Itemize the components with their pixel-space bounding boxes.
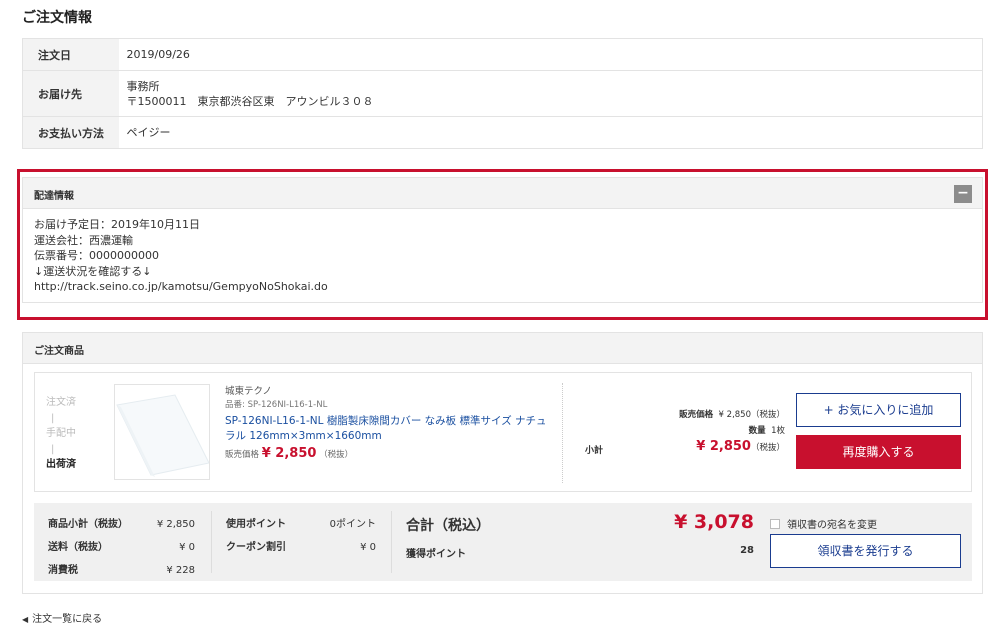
order-status-steps: 注文済 | 手配中 | 出荷済 [46, 395, 86, 473]
product-price-tax-note: （税抜） [319, 450, 354, 460]
total-value: ¥ 3,078 [674, 511, 754, 533]
points-used-row: 使用ポイント 0ポイント [226, 513, 376, 536]
summary-shipping-row: 送料（税抜） ¥ 0 [48, 536, 195, 559]
item-subtotal-label: 小計 [585, 446, 604, 456]
tracking-number-line: 伝票番号：0000000000 [34, 249, 159, 263]
item-price-column: 販売価格 ¥ 2,850（税抜） 数量 1枚 ¥ 2,850（税抜） [615, 407, 785, 456]
coupon-row: クーポン割引 ¥ 0 [226, 536, 376, 559]
order-summary: 商品小計（税抜） ¥ 2,850 送料（税抜） ¥ 0 消費税 ¥ 228 使用ポイン… [34, 503, 972, 581]
back-link-label: 注文一覧に戻る [32, 614, 103, 625]
summary-shipping-label: 送料（税抜） [48, 542, 108, 553]
destination-value: 事務所 〒1500011 東京都渋谷区東 アウンビル３０８ [118, 70, 983, 117]
product-maker: 城東テクノ [225, 386, 272, 397]
product-card: 注文済 | 手配中 | 出荷済 城東テクノ 品番: SP-126NI-L16-1… [34, 372, 972, 492]
item-subtotal-row: ¥ 2,850（税抜） [615, 439, 785, 456]
order-date-row: 注文日 2019/09/26 [22, 38, 983, 71]
receipt-name-change-label: 領収書の宛名を変更 [787, 520, 877, 531]
item-subtotal-tax-note: （税抜） [750, 443, 785, 453]
order-date-label: 注文日 [22, 38, 119, 71]
add-favorite-button[interactable]: + お気に入りに追加 [796, 393, 961, 427]
product-name-link[interactable]: SP-126NI-L16-1-NL 樹脂製床隙間カバー なみ板 標準サイズ ナチ… [225, 414, 555, 444]
delivery-date-line: お届け予定日：2019年10月11日 [34, 218, 200, 231]
collapse-minus-icon[interactable]: − [954, 185, 972, 203]
product-info: 城東テクノ 品番: SP-126NI-L16-1-NL SP-126NI-L16… [225, 383, 555, 461]
chevron-left-icon: ◀ [22, 615, 29, 624]
product-code: 品番: SP-126NI-L16-1-NL [225, 400, 328, 410]
destination-name: 事務所 [126, 79, 160, 93]
quantity-label: 数量 [748, 426, 766, 436]
order-info-table: 注文日 2019/09/26 お届け先 事務所 〒1500011 東京都渋谷区東… [22, 38, 983, 149]
summary-tax-label: 消費税 [48, 565, 78, 576]
order-date-value: 2019/09/26 [118, 38, 983, 71]
product-price: ¥ 2,850 [261, 446, 317, 461]
payment-value: ペイジー [126, 126, 171, 139]
summary-divider [391, 511, 392, 573]
destination-address: 〒1500011 東京都渋谷区東 アウンビル３０８ [126, 94, 374, 108]
product-image [116, 394, 209, 477]
delivery-title: 配達情報 [34, 191, 74, 202]
delivery-header: 配達情報 − [23, 178, 982, 209]
summary-divider [211, 511, 212, 573]
total-label: 合計（税込） [406, 518, 490, 534]
carrier-line: 運送会社：西濃運輸 [34, 233, 133, 247]
product-price-row: 販売価格 ¥ 2,850 （税抜） [225, 446, 555, 461]
coupon-label: クーポン割引 [226, 542, 286, 553]
payment-label: お支払い方法 [22, 116, 119, 149]
summary-tax-row: 消費税 ¥ 228 [48, 559, 195, 582]
delivery-details: お届け予定日：2019年10月11日 運送会社：西濃運輸 伝票番号：000000… [23, 209, 982, 303]
products-header: ご注文商品 [23, 333, 982, 364]
summary-subtotal-value: ¥ 2,850 [156, 519, 195, 530]
payment-row: お支払い方法 ペイジー [22, 116, 983, 149]
receipt-name-change-checkbox[interactable]: 領収書の宛名を変更 [770, 516, 877, 531]
issue-receipt-button[interactable]: 領収書を発行する [770, 534, 961, 568]
summary-shipping-value: ¥ 0 [179, 542, 195, 553]
quantity-value: 1枚 [771, 426, 785, 436]
back-to-orders-link[interactable]: ◀ 注文一覧に戻る [22, 610, 102, 625]
product-thumbnail[interactable] [114, 384, 210, 480]
points-used-label: 使用ポイント [226, 519, 286, 530]
summary-amounts: 商品小計（税抜） ¥ 2,850 送料（税抜） ¥ 0 消費税 ¥ 228 [48, 513, 195, 582]
destination-label: お届け先 [22, 70, 119, 117]
products-title: ご注文商品 [34, 346, 84, 357]
tracking-hint-line: ↓運送状況を確認する↓ [34, 264, 152, 278]
earned-points-value: 28 [740, 545, 754, 556]
quantity-row: 数量 1枚 [615, 423, 785, 439]
step-ordered: 注文済 [46, 397, 76, 408]
summary-points: 使用ポイント 0ポイント クーポン割引 ¥ 0 [226, 513, 376, 559]
unit-price-value: ¥ 2,850（税抜） [718, 410, 785, 420]
coupon-value: ¥ 0 [360, 542, 376, 553]
earned-points-label: 獲得ポイント [406, 549, 466, 560]
ordered-products-panel: ご注文商品 注文済 | 手配中 | 出荷済 城東テクノ 品番: SP-126NI… [22, 332, 983, 594]
step-connector: | [51, 443, 55, 455]
step-arranging: 手配中 [46, 428, 76, 439]
checkbox-icon[interactable] [770, 519, 780, 529]
page-title: ご注文情報 [22, 10, 92, 26]
destination-row: お届け先 事務所 〒1500011 東京都渋谷区東 アウンビル３０８ [22, 70, 983, 117]
delivery-info-panel: 配達情報 − お届け予定日：2019年10月11日 運送会社：西濃運輸 伝票番号… [22, 177, 983, 303]
step-connector: | [51, 412, 55, 424]
rebuy-button[interactable]: 再度購入する [796, 435, 961, 469]
product-divider [562, 383, 563, 483]
summary-subtotal-row: 商品小計（税抜） ¥ 2,850 [48, 513, 195, 536]
points-used-value: 0ポイント [329, 519, 376, 530]
summary-subtotal-label: 商品小計（税抜） [48, 519, 128, 530]
tracking-url-line: http://track.seino.co.jp/kamotsu/GempyoN… [34, 280, 328, 294]
step-shipped: 出荷済 [46, 459, 76, 470]
item-subtotal-value: ¥ 2,850 [696, 439, 751, 454]
unit-price-row: 販売価格 ¥ 2,850（税抜） [615, 407, 785, 423]
summary-tax-value: ¥ 228 [166, 565, 195, 576]
unit-price-label: 販売価格 [679, 410, 714, 420]
product-price-label: 販売価格 [225, 450, 260, 460]
